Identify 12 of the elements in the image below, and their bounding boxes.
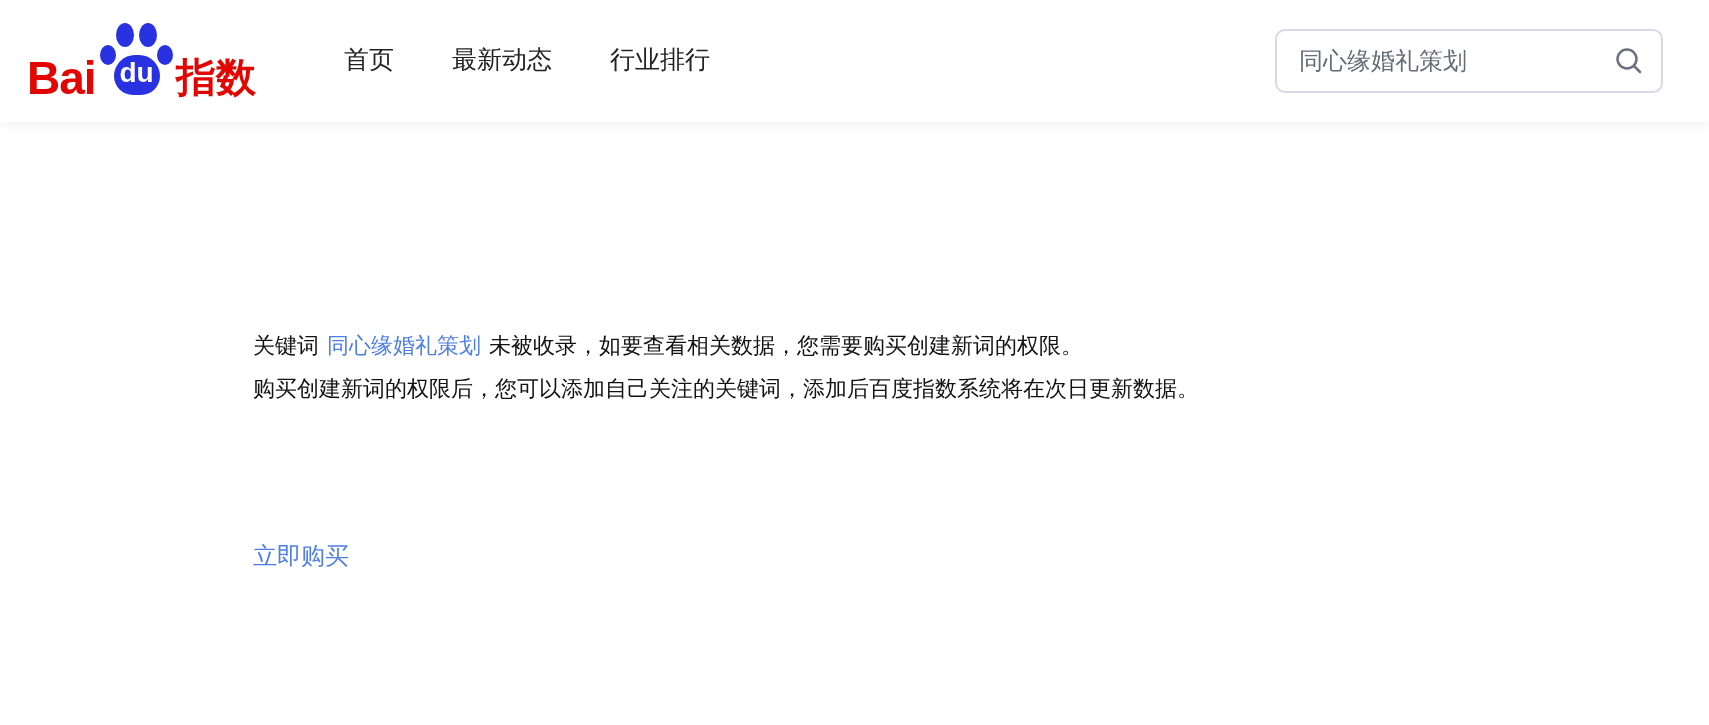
search-field[interactable]: 同心缘婚礼策划 bbox=[1275, 29, 1663, 93]
nav-link[interactable]: 首页 bbox=[343, 39, 394, 83]
notice-text: 购买创建新词的权限后，您可以添加自己关注的关键词，添加后百度指数系统将在次日更新数据。 bbox=[253, 375, 1200, 403]
nav-link[interactable]: 最新动态 bbox=[451, 39, 552, 83]
logo-text: 指数 bbox=[175, 53, 256, 101]
keyword-link[interactable]: 同心缘婚礼策划 bbox=[327, 333, 481, 358]
nav-link[interactable]: 行业排行 bbox=[609, 39, 710, 83]
logo-badge: du bbox=[113, 55, 160, 95]
logo-text: Bai bbox=[27, 55, 96, 101]
buy-link[interactable]: 立即购买 bbox=[253, 540, 349, 572]
search-icon[interactable] bbox=[1615, 47, 1643, 75]
notice-text: 关键词 同心缘婚礼策划 未被收录，如要查看相关数据，您需要购买创建新词的权限。 bbox=[253, 332, 1084, 360]
